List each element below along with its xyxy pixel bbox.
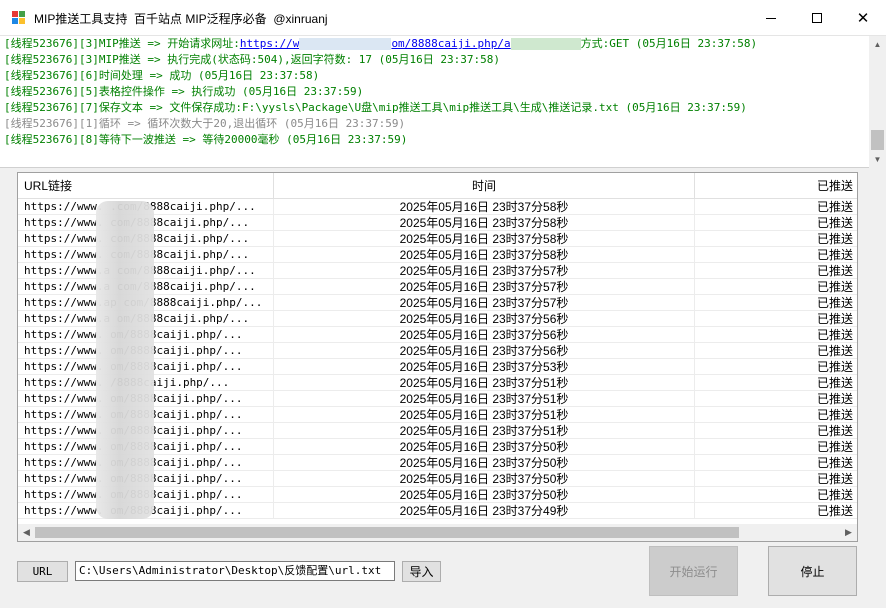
log-line: [线程523676][6]时间处理 => 成功 (05月16日 23:37:58… [4,69,320,82]
url-button[interactable]: URL [17,561,68,582]
cell-status: 已推送 [817,408,854,422]
grid-header: URL链接 时间 已推送 [18,173,857,199]
cell-time: 2025年05月16日 23时37分50秒 [274,455,695,471]
window-title: MIP推送工具支持 百千站点 MIP泛程序必备 @xinruanj [34,12,328,26]
cell-time: 2025年05月16日 23时37分56秒 [274,327,695,343]
cell-status: 已推送 [817,232,854,246]
cell-time: 2025年05月16日 23时37分56秒 [274,343,695,359]
cell-time: 2025年05月16日 23时37分51秒 [274,407,695,423]
cell-time: 2025年05月16日 23时37分58秒 [274,199,695,215]
log-text: 方式:GET (05月16日 23:37:58) [580,37,758,50]
cell-time: 2025年05月16日 23时37分49秒 [274,503,695,519]
title-bar: MIP推送工具支持 百千站点 MIP泛程序必备 @xinruanj ✕ [0,0,886,36]
cell-time: 2025年05月16日 23时37分50秒 [274,439,695,455]
cell-time: 2025年05月16日 23时37分50秒 [274,487,695,503]
cell-time: 2025年05月16日 23时37分57秒 [274,263,695,279]
column-header-time[interactable]: 时间 [274,173,695,199]
log-line: [线程523676][7]保存文本 => 文件保存成功:F:\yysls\Pac… [4,101,747,114]
cell-status: 已推送 [817,376,854,390]
log-link-part: om/8888caiji.php/a [391,37,511,50]
minimize-button[interactable] [748,0,794,36]
log-panel[interactable]: [线程523676][3]MIP推送 => 开始请求网址:https://w om… [0,36,869,168]
log-line: [线程523676][3]MIP推送 => 开始请求网址:https://w om… [4,36,757,52]
cell-status: 已推送 [817,504,854,518]
cell-time: 2025年05月16日 23时37分53秒 [274,359,695,375]
cell-status: 已推送 [817,328,854,342]
column-header-url[interactable]: URL链接 [18,173,274,199]
cell-status: 已推送 [817,264,854,278]
cell-status: 已推送 [817,424,854,438]
app-icon [12,11,26,25]
scroll-right-icon[interactable]: ▶ [840,524,857,541]
cell-status: 已推送 [817,472,854,486]
left-edge [0,168,17,608]
push-records-grid[interactable]: URL链接 时间 已推送 https://www. .com/8888caiji… [17,172,858,542]
log-line: [线程523676][3]MIP推送 => 执行完成(状态码:504),返回字符… [4,53,501,66]
cell-time: 2025年05月16日 23时37分58秒 [274,231,695,247]
cell-status: 已推送 [817,280,854,294]
close-icon: ✕ [856,9,870,27]
grid-horizontal-scrollbar[interactable]: ◀ ▶ [18,524,857,541]
scroll-thumb[interactable] [871,130,884,150]
cell-status: 已推送 [817,296,854,310]
cell-time: 2025年05月16日 23时37分57秒 [274,295,695,311]
log-line: [线程523676][5]表格控件操作 => 执行成功 (05月16日 23:3… [4,85,364,98]
scroll-thumb[interactable] [35,527,739,538]
redaction-mask [299,38,392,50]
cell-status: 已推送 [817,200,854,214]
cell-status: 已推送 [817,344,854,358]
log-line: [线程523676][1]循环 => 循环次数大于20,退出循环 (05月16日… [4,117,406,130]
log-text: [线程523676][3]MIP推送 => 开始请求网址: [4,37,240,50]
cell-status: 已推送 [817,360,854,374]
close-button[interactable]: ✕ [840,0,886,36]
cell-status: 已推送 [817,248,854,262]
cell-time: 2025年05月16日 23时37分51秒 [274,375,695,391]
minimize-icon [766,17,776,19]
cell-time: 2025年05月16日 23时37分58秒 [274,247,695,263]
cell-time: 2025年05月16日 23时37分56秒 [274,311,695,327]
cell-time: 2025年05月16日 23时37分50秒 [274,471,695,487]
log-link-part: https://w [239,37,300,50]
cell-time: 2025年05月16日 23时37分58秒 [274,215,695,231]
log-vertical-scrollbar[interactable]: ▲ ▼ [869,36,886,168]
maximize-button[interactable] [794,0,840,36]
scroll-left-icon[interactable]: ◀ [18,524,35,541]
cell-time: 2025年05月16日 23时37分51秒 [274,423,695,439]
stop-button[interactable]: 停止 [768,546,857,596]
redaction-blur [96,201,154,519]
maximize-icon [812,13,822,23]
cell-status: 已推送 [817,312,854,326]
scroll-up-icon[interactable]: ▲ [869,36,886,53]
redaction-mask [510,38,581,50]
log-line: [线程523676][8]等待下一波推送 => 等待20000毫秒 (05月16… [4,133,408,146]
cell-status: 已推送 [817,456,854,470]
cell-time: 2025年05月16日 23时37分51秒 [274,391,695,407]
file-path-input[interactable]: C:\Users\Administrator\Desktop\反馈配置\url.… [75,561,395,581]
start-button[interactable]: 开始运行 [649,546,738,596]
cell-status: 已推送 [817,440,854,454]
cell-time: 2025年05月16日 23时37分57秒 [274,279,695,295]
import-button[interactable]: 导入 [402,561,441,582]
column-header-status[interactable]: 已推送 [695,173,857,199]
cell-status: 已推送 [817,392,854,406]
scroll-down-icon[interactable]: ▼ [869,151,886,168]
cell-status: 已推送 [817,488,854,502]
log-link[interactable]: https://w om/8888caiji.php/a [240,37,511,50]
cell-status: 已推送 [817,216,854,230]
